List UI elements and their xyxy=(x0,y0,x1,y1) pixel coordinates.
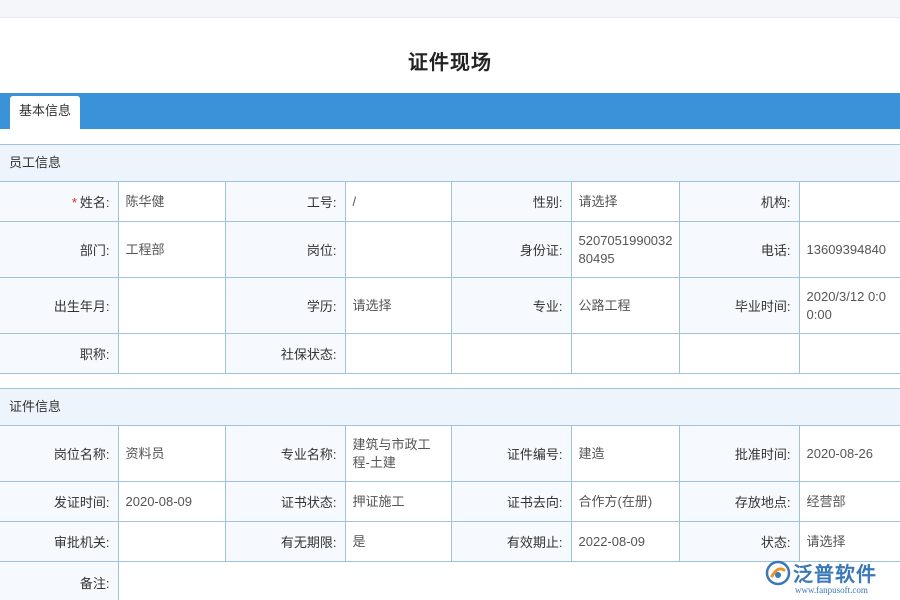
name-label: *姓名: xyxy=(0,182,118,222)
form-row: 职称: 社保状态: xyxy=(0,334,900,374)
valid-until-field[interactable]: 2022-08-09 xyxy=(571,522,679,562)
page-title: 证件现场 xyxy=(0,46,900,75)
brand-logo-icon xyxy=(765,560,791,586)
title-field[interactable] xyxy=(118,334,225,374)
department-label: 部门: xyxy=(0,222,118,278)
approval-authority-field[interactable] xyxy=(118,522,225,562)
gender-label: 性别: xyxy=(451,182,571,222)
position-field[interactable] xyxy=(345,222,451,278)
issue-date-field[interactable]: 2020-08-09 xyxy=(118,482,225,522)
required-marker: * xyxy=(72,195,77,210)
phone-field[interactable]: 13609394840 xyxy=(799,222,900,278)
birth-field[interactable] xyxy=(118,278,225,334)
approval-date-label: 批准时间: xyxy=(679,426,799,482)
gender-select[interactable]: 请选择 xyxy=(571,182,679,222)
employee-no-label: 工号: xyxy=(225,182,345,222)
storage-location-label: 存放地点: xyxy=(679,482,799,522)
tab-bar: 基本信息 xyxy=(0,93,900,129)
specialty-field[interactable]: 建筑与市政工程-土建 xyxy=(345,426,451,482)
title-label: 职称: xyxy=(0,334,118,374)
employee-no-field[interactable]: / xyxy=(345,182,451,222)
brand-name: 泛普软件 xyxy=(793,558,877,587)
social-security-label: 社保状态: xyxy=(225,334,345,374)
major-field[interactable]: 公路工程 xyxy=(571,278,679,334)
section-certificate-header: 证件信息 xyxy=(0,388,900,425)
cert-destination-label: 证书去向: xyxy=(451,482,571,522)
has-term-field[interactable]: 是 xyxy=(345,522,451,562)
education-select[interactable]: 请选择 xyxy=(345,278,451,334)
position-label: 岗位: xyxy=(225,222,345,278)
org-label: 机构: xyxy=(679,182,799,222)
specialty-label: 专业名称: xyxy=(225,426,345,482)
birth-label: 出生年月: xyxy=(0,278,118,334)
social-security-field[interactable] xyxy=(345,334,451,374)
cert-destination-field[interactable]: 合作方(在册) xyxy=(571,482,679,522)
cert-no-field[interactable]: 建造 xyxy=(571,426,679,482)
approval-date-field[interactable]: 2020-08-26 xyxy=(799,426,900,482)
phone-label: 电话: xyxy=(679,222,799,278)
job-name-label: 岗位名称: xyxy=(0,426,118,482)
brand-url: www.fanpusoft.com xyxy=(795,585,868,595)
education-label: 学历: xyxy=(225,278,345,334)
form-row: 出生年月: 学历: 请选择 专业: 公路工程 毕业时间: 2020/3/12 0… xyxy=(0,278,900,334)
graduation-label: 毕业时间: xyxy=(679,278,799,334)
empty-cell xyxy=(679,334,799,374)
department-field[interactable]: 工程部 xyxy=(118,222,225,278)
storage-location-field[interactable]: 经营部 xyxy=(799,482,900,522)
job-name-field[interactable]: 资料员 xyxy=(118,426,225,482)
cert-status-field[interactable]: 押证施工 xyxy=(345,482,451,522)
id-card-label: 身份证: xyxy=(451,222,571,278)
employee-form: *姓名: 陈华健 工号: / 性别: 请选择 机构: 部门: 工程部 岗位: 身… xyxy=(0,181,900,374)
empty-cell xyxy=(799,334,900,374)
valid-until-label: 有效期止: xyxy=(451,522,571,562)
form-row: 审批机关: 有无期限: 是 有效期止: 2022-08-09 状态: 请选择 xyxy=(0,522,900,562)
empty-cell xyxy=(571,334,679,374)
form-row: 发证时间: 2020-08-09 证书状态: 押证施工 证书去向: 合作方(在册… xyxy=(0,482,900,522)
brand-watermark: 泛普软件 www.fanpusoft.com xyxy=(765,558,890,598)
issue-date-label: 发证时间: xyxy=(0,482,118,522)
tab-basic-info[interactable]: 基本信息 xyxy=(10,96,80,129)
top-strip xyxy=(0,0,900,18)
form-row: 岗位名称: 资料员 专业名称: 建筑与市政工程-土建 证件编号: 建造 批准时间… xyxy=(0,426,900,482)
org-field[interactable] xyxy=(799,182,900,222)
major-label: 专业: xyxy=(451,278,571,334)
cert-no-label: 证件编号: xyxy=(451,426,571,482)
section-employee-header: 员工信息 xyxy=(0,144,900,181)
approval-authority-label: 审批机关: xyxy=(0,522,118,562)
form-row: *姓名: 陈华健 工号: / 性别: 请选择 机构: xyxy=(0,182,900,222)
remark-label: 备注: xyxy=(0,562,118,600)
graduation-field[interactable]: 2020/3/12 0:00:00 xyxy=(799,278,900,334)
id-card-field[interactable]: 520705199003280495 xyxy=(571,222,679,278)
cert-status-label: 证书状态: xyxy=(225,482,345,522)
form-row: 部门: 工程部 岗位: 身份证: 520705199003280495 电话: … xyxy=(0,222,900,278)
status-select[interactable]: 请选择 xyxy=(799,522,900,562)
has-term-label: 有无期限: xyxy=(225,522,345,562)
status-label: 状态: xyxy=(679,522,799,562)
name-field[interactable]: 陈华健 xyxy=(118,182,225,222)
empty-cell xyxy=(451,334,571,374)
